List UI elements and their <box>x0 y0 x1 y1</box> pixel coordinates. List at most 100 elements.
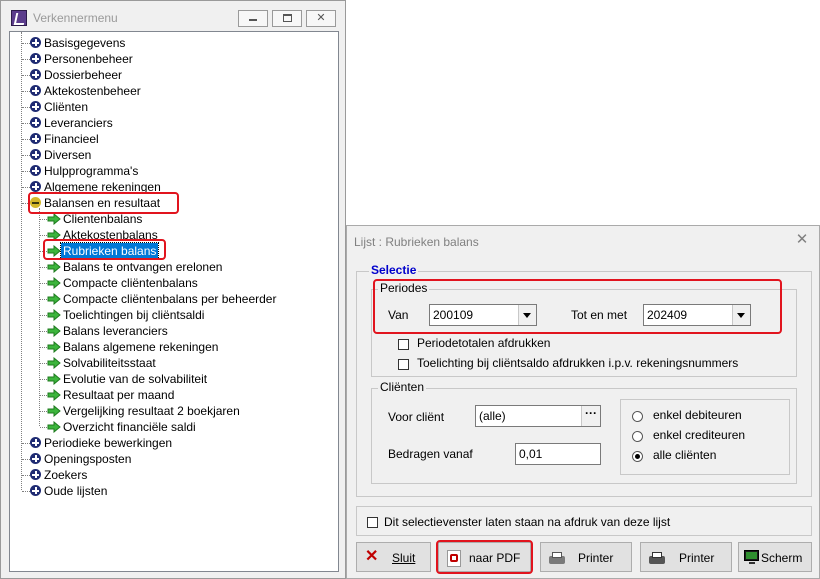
tree-item-label: Diversen <box>44 148 92 162</box>
tree-line <box>40 363 47 364</box>
tree-line <box>40 395 47 396</box>
periodetotalen-checkbox[interactable] <box>398 339 409 350</box>
sluit-button[interactable]: ✕ Sluit <box>356 542 431 572</box>
green-arrow-icon <box>47 308 61 322</box>
crediteuren-label: enkel crediteuren <box>653 428 746 442</box>
selectie-group: Selectie Periodes Van 200109 Tot en met … <box>356 263 812 497</box>
explorer-window: Verkennermenu ✕ Basisgegevens Personenbeh… <box>0 0 346 579</box>
toelichting-label: Toelichting bij cliëntsaldo afdrukken i.… <box>417 356 739 370</box>
highlight-balansen <box>28 192 179 214</box>
tree-item-label: Personenbeheer <box>44 52 133 66</box>
plus-icon[interactable] <box>30 181 41 192</box>
plus-icon[interactable] <box>30 117 41 128</box>
tree-line <box>39 208 40 426</box>
radio-alle-clienten[interactable] <box>632 451 643 462</box>
tree-line <box>22 443 30 444</box>
green-arrow-icon <box>47 420 61 434</box>
sluit-label: Sluit <box>392 551 416 565</box>
periodetotalen-label: Periodetotalen afdrukken <box>417 336 551 350</box>
close-icon: ✕ <box>316 12 326 24</box>
scherm-button[interactable]: Scherm <box>738 542 812 572</box>
tree-item-label: Oude lijsten <box>44 484 108 498</box>
printer2-button[interactable]: Printer <box>640 542 732 572</box>
plus-icon[interactable] <box>30 469 41 480</box>
tree-item-label: Cliënten <box>44 100 89 114</box>
keep-open-checkbox[interactable] <box>367 517 378 528</box>
maximize-button[interactable] <box>272 10 302 27</box>
monitor-icon <box>744 550 760 566</box>
plus-icon[interactable] <box>30 101 41 112</box>
tree-item-label: Financieel <box>44 132 99 146</box>
tree-item-label: Openingsposten <box>44 452 132 466</box>
maximize-icon <box>282 14 292 22</box>
alle-clienten-label: alle cliënten <box>653 448 717 462</box>
tree-line <box>22 139 30 140</box>
explorer-titlebar[interactable]: Verkennermenu ✕ <box>1 1 345 35</box>
browse-button[interactable]: ··· <box>581 406 600 426</box>
keep-open-label: Dit selectievenster laten staan na afdru… <box>384 515 671 529</box>
close-icon: ✕ <box>795 231 809 248</box>
tree-line <box>40 219 47 220</box>
radio-debiteuren[interactable] <box>632 411 643 422</box>
tree-line <box>40 235 47 236</box>
plus-icon[interactable] <box>30 485 41 496</box>
tree-line <box>22 43 30 44</box>
minimize-icon <box>249 19 257 21</box>
tree-line <box>22 123 30 124</box>
explorer-tree-panel: Basisgegevens Personenbeheer Dossierbeheer… <box>9 31 339 572</box>
tree-item-label: Toelichtingen bij cliëntsaldi <box>63 308 205 322</box>
dialog-close-button[interactable]: ✕ <box>794 232 810 248</box>
voor-client-field[interactable]: (alle) ··· <box>475 405 601 427</box>
tree-line <box>40 411 47 412</box>
tree-item-label: Dossierbeheer <box>44 68 123 82</box>
radio-crediteuren[interactable] <box>632 431 643 442</box>
tree-item-label: Leveranciers <box>44 116 113 130</box>
tree-line <box>40 427 47 428</box>
green-arrow-icon <box>47 388 61 402</box>
plus-icon[interactable] <box>30 149 41 160</box>
explorer-title: Verkennermenu <box>33 11 118 25</box>
close-icon: ✕ <box>365 548 379 565</box>
lijst-dialog: Lijst : Rubrieken balans ✕ Selectie Peri… <box>346 225 820 579</box>
tree-item-label: Balans leveranciers <box>63 324 168 338</box>
tree-line <box>40 379 47 380</box>
clienten-title: Cliënten <box>378 380 427 394</box>
tree-line <box>22 59 30 60</box>
plus-icon[interactable] <box>30 53 41 64</box>
bedragen-value: 0,01 <box>519 447 543 461</box>
tree-line <box>40 315 47 316</box>
tree-item-label: Balans algemene rekeningen <box>63 340 219 354</box>
tree-line <box>22 187 30 188</box>
tree-line <box>22 91 30 92</box>
plus-icon[interactable] <box>30 453 41 464</box>
printer-icon <box>549 552 565 568</box>
bedragen-field[interactable]: 0,01 <box>515 443 601 465</box>
plus-icon[interactable] <box>30 69 41 80</box>
bedragen-label: Bedragen vanaf <box>388 447 473 461</box>
plus-icon[interactable] <box>30 37 41 48</box>
printer1-button[interactable]: Printer <box>540 542 632 572</box>
scherm-label: Scherm <box>761 551 803 565</box>
minimize-button[interactable] <box>238 10 268 27</box>
tree-line <box>22 75 30 76</box>
tree-item-label: Balans te ontvangen erelonen <box>63 260 223 274</box>
tree-item-label: Vergelijking resultaat 2 boekjaren <box>63 404 240 418</box>
plus-icon[interactable] <box>30 85 41 96</box>
tree-line <box>40 299 47 300</box>
green-arrow-icon <box>47 324 61 338</box>
tree-line <box>22 491 30 492</box>
highlight-periodes <box>373 279 782 334</box>
plus-icon[interactable] <box>30 133 41 144</box>
tree-item-label: Resultaat per maand <box>63 388 175 402</box>
printer2-label: Printer <box>679 551 715 565</box>
close-button[interactable]: ✕ <box>306 10 336 27</box>
plus-icon[interactable] <box>30 437 41 448</box>
green-arrow-icon <box>47 276 61 290</box>
highlight-pdf <box>436 540 533 574</box>
tree-line <box>21 32 22 490</box>
toelichting-checkbox[interactable] <box>398 359 409 370</box>
plus-icon[interactable] <box>30 165 41 176</box>
tree-line <box>22 107 30 108</box>
tree-line <box>22 171 30 172</box>
tree-line <box>40 347 47 348</box>
